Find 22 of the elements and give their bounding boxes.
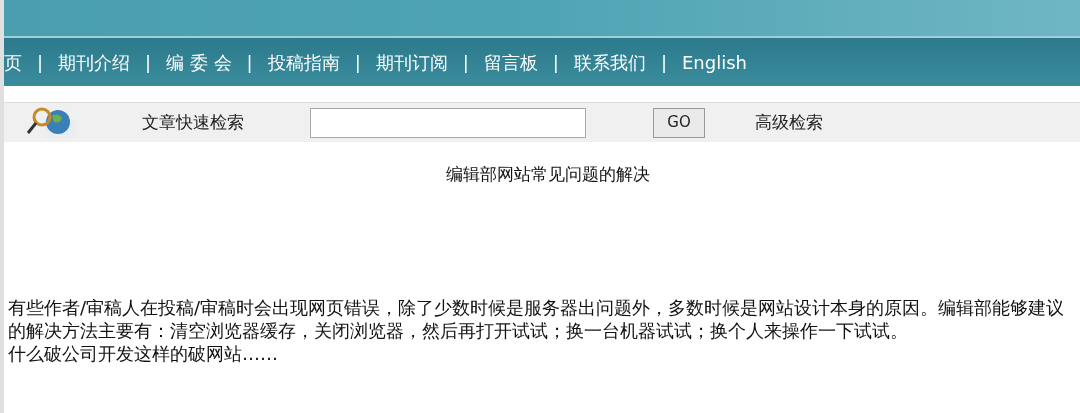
nav-link[interactable]: 期刊介绍 — [58, 48, 131, 76]
go-button[interactable]: GO — [653, 107, 705, 138]
nav-link[interactable]: 投稿指南 — [267, 48, 340, 76]
nav-link[interactable]: 页 — [4, 48, 22, 76]
nav-separator: | — [36, 50, 45, 75]
nav-separator: | — [551, 50, 560, 75]
nav-separator: | — [659, 50, 668, 75]
nav-separator: | — [144, 50, 153, 75]
nav-link[interactable]: English — [682, 48, 747, 76]
nav-link[interactable]: 编 委 会 — [166, 48, 232, 76]
nav-link[interactable]: 留言板 — [483, 48, 538, 76]
article-title: 编辑部网站常见问题的解决 — [446, 163, 650, 186]
article-paragraph: 什么破公司开发这样的破网站…… — [8, 341, 279, 365]
search-label: 文章快速检索 — [142, 110, 244, 134]
article-paragraph: 有些作者/审稿人在投稿/审稿时会出现网页错误，除了少数时候是服务器出问题外，多数时候是网站设计本身的原因。编辑部能够建议的解决方法主要有：清空浏览器缓存，关闭浏览器，然后再打开试试；换一台机器试试；换个人来操作一下试试。 — [8, 295, 1066, 342]
nav-link[interactable]: 联系我们 — [573, 48, 646, 76]
search-field[interactable] — [310, 107, 586, 138]
nav-separator: | — [461, 50, 470, 75]
nav-separator: | — [353, 50, 362, 75]
nav-link[interactable]: 期刊订阅 — [375, 48, 448, 76]
nav-separator: | — [245, 50, 254, 75]
advanced-search-link[interactable]: 高级检索 — [755, 109, 823, 136]
